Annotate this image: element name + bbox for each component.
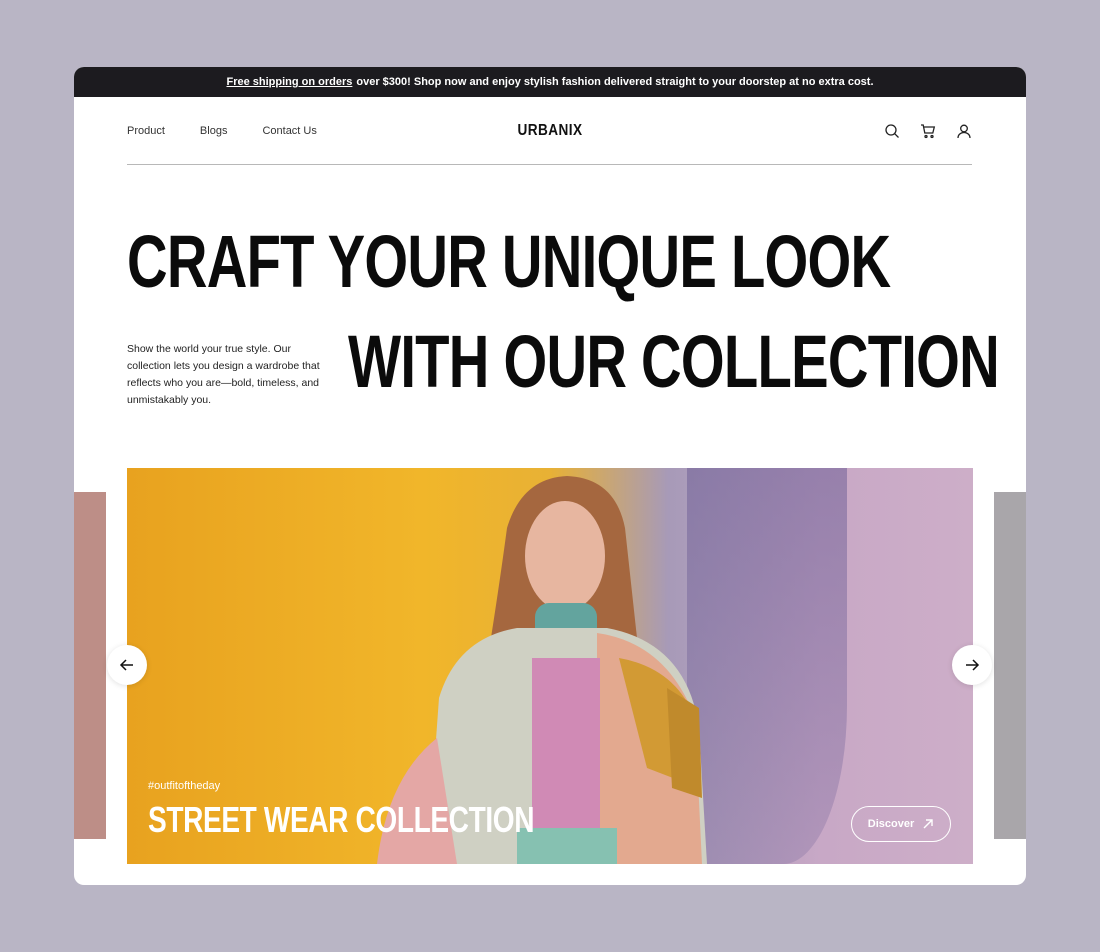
hero-heading-line-1: CRAFT YOUR UNIQUE LOOK bbox=[127, 220, 891, 303]
next-slide-preview[interactable] bbox=[994, 492, 1026, 839]
brand-logo[interactable]: URBANIX bbox=[517, 122, 582, 140]
slide-tag: #outfitoftheday bbox=[148, 780, 221, 792]
nav-links: Product Blogs Contact Us bbox=[127, 125, 317, 137]
slide-title: STREET WEAR COLLECTION bbox=[148, 799, 535, 840]
discover-button[interactable]: Discover bbox=[851, 806, 951, 842]
nav-link-product[interactable]: Product bbox=[127, 125, 165, 137]
arrow-up-right-icon bbox=[923, 819, 933, 829]
previous-slide-button[interactable] bbox=[107, 645, 147, 685]
promo-text: over $300! Shop now and enjoy stylish fa… bbox=[356, 76, 874, 88]
next-slide-button[interactable] bbox=[952, 645, 992, 685]
free-shipping-link[interactable]: Free shipping on orders bbox=[226, 76, 352, 88]
previous-slide-preview[interactable] bbox=[74, 492, 106, 839]
page-frame: Free shipping on orders over $300! Shop … bbox=[74, 67, 1026, 885]
nav-icons bbox=[884, 123, 972, 139]
arrow-right-icon bbox=[966, 659, 980, 671]
intro-text: Show the world your true style. Our coll… bbox=[127, 343, 320, 406]
main-nav: Product Blogs Contact Us URBANIX bbox=[127, 97, 972, 165]
nav-link-blogs[interactable]: Blogs bbox=[200, 125, 228, 137]
search-icon[interactable] bbox=[884, 123, 900, 139]
promo-bar: Free shipping on orders over $300! Shop … bbox=[74, 67, 1026, 97]
arrow-left-icon bbox=[119, 659, 133, 671]
hero-heading-line-2: WITH OUR COLLECTION bbox=[348, 320, 1000, 403]
hero-slide: #outfitoftheday STREET WEAR COLLECTION D… bbox=[127, 468, 973, 864]
user-icon[interactable] bbox=[956, 123, 972, 139]
cart-icon[interactable] bbox=[920, 123, 936, 139]
discover-button-label: Discover bbox=[867, 818, 915, 830]
nav-link-contact[interactable]: Contact Us bbox=[262, 125, 316, 137]
